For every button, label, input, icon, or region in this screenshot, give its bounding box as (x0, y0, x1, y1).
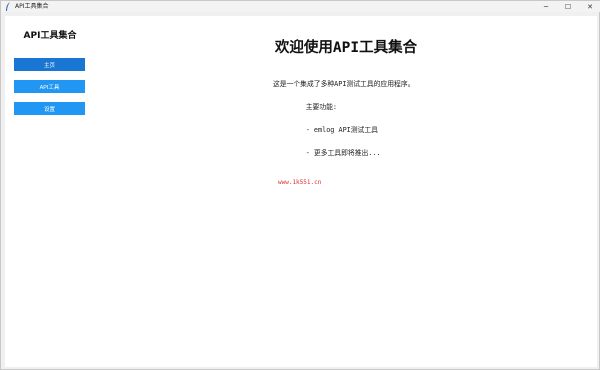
window-controls: ─ ☐ ✕ (535, 1, 600, 12)
description-line: - emlog API测试工具 (273, 125, 378, 134)
page-title: 欢迎使用API工具集合 (274, 40, 418, 56)
sidebar-title: API工具集合 (23, 31, 77, 41)
title-bar[interactable]: API工具集合 ─ ☐ ✕ (1, 1, 600, 12)
description-line: - 更多工具即将推出... (273, 148, 381, 157)
feather-icon (4, 2, 12, 11)
watermark: www.1k551.cn (278, 179, 322, 186)
window-title: API工具集合 (15, 3, 49, 10)
maximize-button[interactable]: ☐ (557, 1, 579, 12)
client-area: API工具集合 主页 API工具 设置 欢迎使用API工具集合 这是一个集成了多… (5, 16, 597, 367)
description: 这是一个集成了多种API测试工具的应用程序。 主要功能: - emlog API… (273, 66, 414, 172)
nav-home-button[interactable]: 主页 (14, 58, 85, 71)
close-button[interactable]: ✕ (579, 1, 600, 12)
nav-api-tools-button[interactable]: API工具 (14, 80, 85, 93)
minimize-button[interactable]: ─ (535, 1, 557, 12)
app-window: API工具集合 ─ ☐ ✕ API工具集合 主页 API工具 设置 欢迎使用AP… (0, 0, 600, 370)
sidebar: API工具集合 主页 API工具 设置 (5, 16, 95, 367)
nav-settings-button[interactable]: 设置 (14, 102, 85, 115)
description-line: 这是一个集成了多种API测试工具的应用程序。 (273, 80, 415, 89)
description-line: 主要功能: (273, 102, 338, 111)
